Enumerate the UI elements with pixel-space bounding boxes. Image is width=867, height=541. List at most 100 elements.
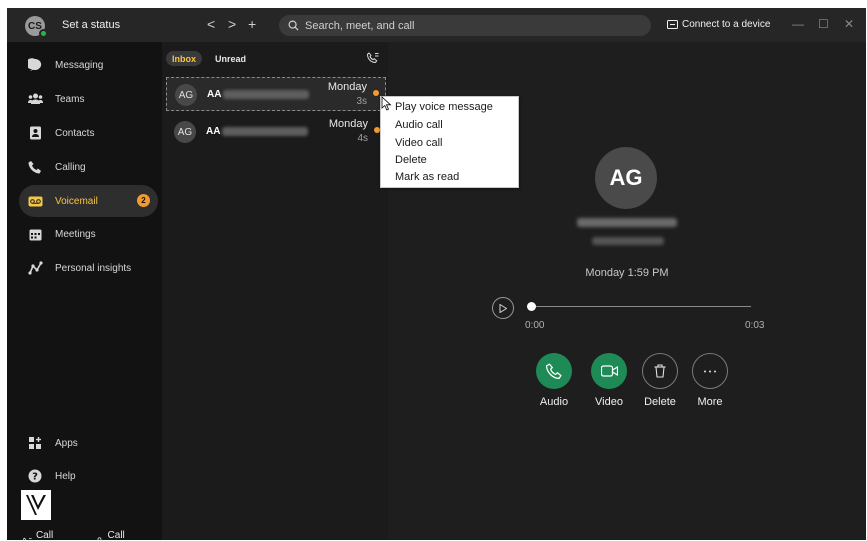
menu-item-delete[interactable]: Delete <box>395 154 427 166</box>
call-settings-label: Call settings <box>35 530 54 540</box>
delete-button[interactable]: Delete <box>635 353 685 408</box>
back-button[interactable]: < <box>207 16 215 32</box>
call-settings-button[interactable]: Call settings <box>23 530 77 540</box>
bottom-bar: Call settings Call pickup <box>23 530 162 540</box>
sidebar: Messaging Teams Contacts Calling Voicema… <box>7 42 162 540</box>
video-label: Video <box>595 396 623 408</box>
voicemail-date: Monday <box>327 81 367 93</box>
device-icon <box>667 20 678 29</box>
caller-name: AA <box>206 126 221 137</box>
new-button[interactable]: + <box>248 16 256 32</box>
search-placeholder: Search, meet, and call <box>305 19 415 32</box>
phone-icon <box>27 159 43 175</box>
tab-inbox[interactable]: Inbox <box>166 51 202 66</box>
voicemail-date: Monday <box>328 118 368 130</box>
redacted-name <box>223 90 309 99</box>
sidebar-item-label: Teams <box>55 93 85 105</box>
caller-avatar: AG <box>595 147 657 209</box>
context-menu: Play voice message Audio call Video call… <box>380 96 519 188</box>
play-icon <box>499 303 507 313</box>
webex-app-window: CS Set a status < > + Search, meet, and … <box>7 8 866 540</box>
voicemail-row[interactable]: AG AA Monday 4s <box>166 115 386 149</box>
forward-button[interactable]: > <box>228 16 236 32</box>
voicemail-timestamp: Monday 1:59 PM <box>585 267 669 279</box>
call-settings-icon[interactable] <box>367 52 379 63</box>
chat-bubble-icon <box>27 57 43 73</box>
video-call-button[interactable]: Video <box>584 353 634 408</box>
sidebar-item-label: Contacts <box>55 127 95 139</box>
help-icon: ? <box>27 468 43 484</box>
playback-scrubber[interactable] <box>527 302 536 311</box>
sidebar-item-label: Personal insights <box>55 262 132 274</box>
caller-name: AA <box>207 89 222 100</box>
more-icon <box>692 353 728 389</box>
voicemail-list-pane: Inbox Unread AG AA Monday 3s AG AA Monda… <box>162 42 388 540</box>
teams-icon <box>27 91 43 107</box>
redacted-caller-number <box>592 237 664 245</box>
menu-item-audio-call[interactable]: Audio call <box>395 119 443 131</box>
voicemail-row[interactable]: AG AA Monday 3s <box>166 77 386 111</box>
sidebar-item-teams[interactable]: Teams <box>19 83 158 115</box>
avatar: AG <box>174 121 196 143</box>
trash-icon <box>642 353 678 389</box>
insights-icon <box>27 260 43 276</box>
sidebar-item-calling[interactable]: Calling <box>19 151 158 183</box>
phone-icon <box>536 353 572 389</box>
sidebar-item-help[interactable]: ? Help <box>19 460 158 492</box>
unread-indicator <box>373 90 379 96</box>
avatar: AG <box>175 84 197 106</box>
playback-track[interactable] <box>531 306 751 307</box>
title-bar: CS Set a status < > + Search, meet, and … <box>7 8 866 42</box>
menu-item-mark-as-read[interactable]: Mark as read <box>395 171 459 183</box>
voicemail-icon <box>27 193 43 209</box>
call-settings-icon <box>23 537 32 540</box>
call-pickup-label: Call pickup <box>107 530 125 540</box>
maximize-button[interactable]: ☐ <box>818 17 829 31</box>
sidebar-item-label: Calling <box>55 161 86 173</box>
close-button[interactable]: ✕ <box>844 17 854 31</box>
calendar-icon <box>27 226 43 242</box>
sidebar-item-personal-insights[interactable]: Personal insights <box>19 252 158 284</box>
connect-device-button[interactable]: Connect to a device <box>667 19 770 30</box>
search-input[interactable]: Search, meet, and call <box>279 15 651 36</box>
playback-duration: 0:03 <box>745 320 765 331</box>
voicemail-duration: 4s <box>357 133 368 144</box>
presence-indicator <box>39 29 48 38</box>
set-status-button[interactable]: Set a status <box>62 19 120 31</box>
connect-device-label: Connect to a device <box>682 19 771 30</box>
menu-item-video-call[interactable]: Video call <box>395 137 443 149</box>
sidebar-item-label: Voicemail <box>55 195 98 207</box>
vendor-logo <box>21 490 51 520</box>
call-pickup-button[interactable]: Call pickup <box>95 530 144 540</box>
play-button[interactable] <box>492 297 514 319</box>
voicemail-count-badge: 2 <box>137 194 150 207</box>
delete-label: Delete <box>644 396 676 408</box>
apps-icon <box>27 435 43 451</box>
sidebar-item-messaging[interactable]: Messaging <box>19 49 158 81</box>
sidebar-item-voicemail[interactable]: Voicemail 2 <box>19 185 158 217</box>
menu-item-play-voice-message[interactable]: Play voice message <box>395 101 493 113</box>
video-icon <box>591 353 627 389</box>
sidebar-item-meetings[interactable]: Meetings <box>19 218 158 250</box>
audio-call-button[interactable]: Audio <box>529 353 579 408</box>
playback-position: 0:00 <box>525 320 545 331</box>
call-pickup-icon <box>97 536 101 540</box>
sidebar-item-apps[interactable]: Apps <box>19 427 158 459</box>
sidebar-item-label: Messaging <box>55 59 104 71</box>
more-button[interactable]: More <box>685 353 735 408</box>
redacted-name <box>222 127 308 136</box>
search-icon <box>288 20 299 31</box>
sidebar-item-label: Help <box>55 470 76 482</box>
tab-unread[interactable]: Unread <box>209 51 252 66</box>
voicemail-duration: 3s <box>356 96 367 107</box>
sidebar-item-label: Meetings <box>55 228 96 240</box>
svg-text:?: ? <box>32 472 38 483</box>
sidebar-item-label: Apps <box>55 437 78 449</box>
more-label: More <box>697 396 723 408</box>
sidebar-item-contacts[interactable]: Contacts <box>19 117 158 149</box>
audio-label: Audio <box>539 396 569 408</box>
redacted-caller-name <box>577 218 677 227</box>
contacts-icon <box>27 125 43 141</box>
minimize-button[interactable]: — <box>792 17 804 31</box>
mouse-cursor-icon <box>381 96 392 111</box>
